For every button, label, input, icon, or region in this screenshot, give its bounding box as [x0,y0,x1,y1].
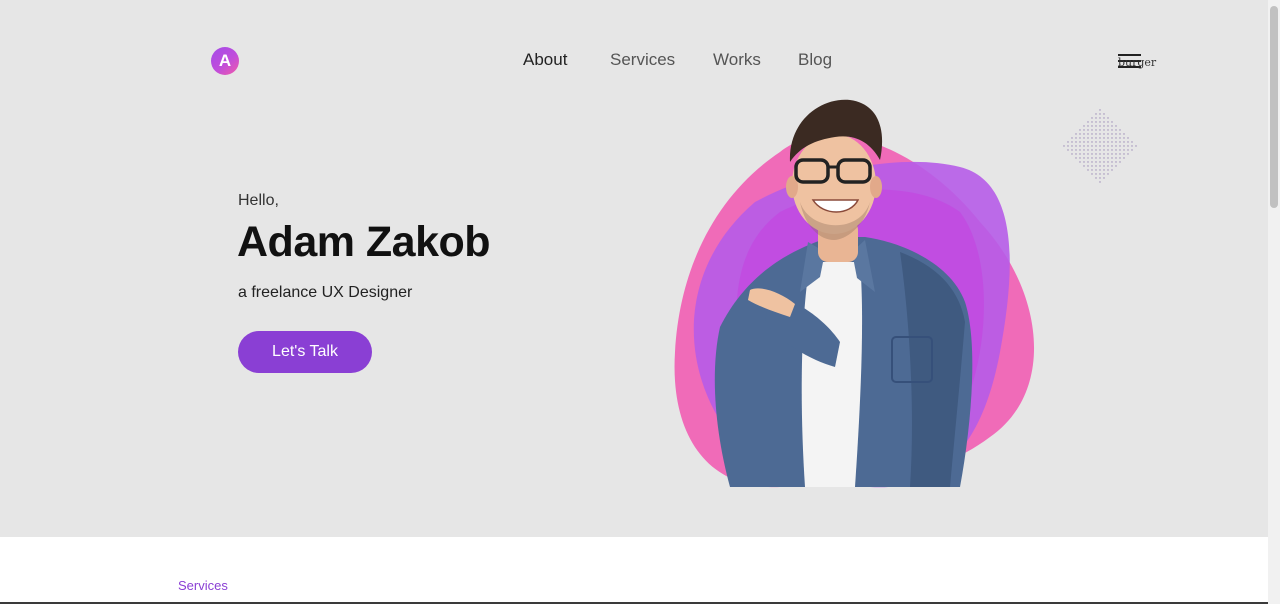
services-section [0,537,1268,604]
nav-item-blog[interactable]: Blog [798,50,832,70]
scrollbar-thumb[interactable] [1270,6,1278,208]
burger-alt-text: burger [1118,56,1157,69]
page-scrollbar[interactable] [1268,0,1280,604]
hero-section: A About Services Works Blog burger Hello… [0,0,1268,537]
portrait-image [674,99,1035,488]
nav-item-works[interactable]: Works [713,50,761,70]
logo-mark: A [211,47,239,75]
ear-right [870,176,882,198]
lets-talk-button[interactable]: Let's Talk [238,331,372,373]
hamburger-menu-icon[interactable]: burger [1118,54,1156,70]
hero-greeting: Hello, [238,192,279,209]
services-section-label: Services [178,578,228,593]
dot-pattern-decoration [1062,108,1138,184]
hero-name: Adam Zakob [237,218,491,266]
nav-item-services[interactable]: Services [610,50,675,70]
hero-subtitle: a freelance UX Designer [238,284,413,301]
shirt [801,262,863,487]
nav-item-about[interactable]: About [523,50,567,70]
logo[interactable]: A [211,46,240,75]
